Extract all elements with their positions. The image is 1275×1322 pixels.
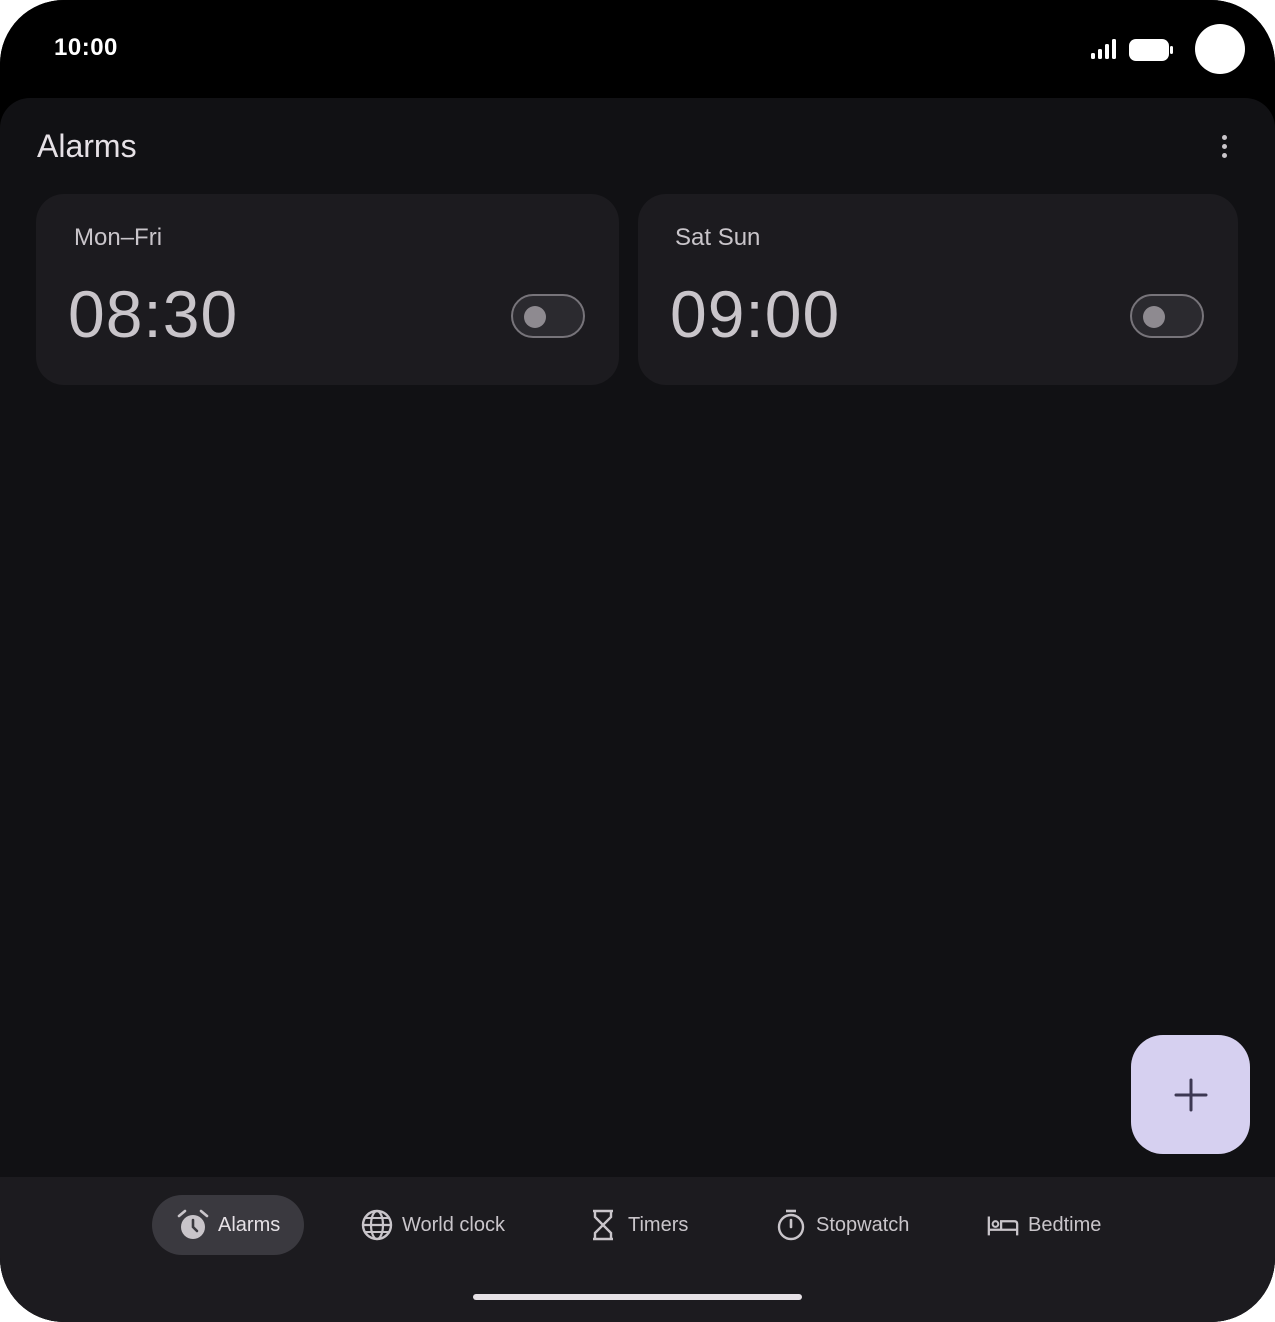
alarm-card[interactable]: Mon–Fri 08:30 — [36, 194, 619, 385]
alarm-toggle[interactable] — [511, 294, 585, 338]
globe-icon — [360, 1208, 394, 1242]
nav-item-alarms[interactable]: Alarms — [152, 1195, 304, 1255]
nav-label: Bedtime — [1028, 1213, 1102, 1236]
more-vert-icon-dot — [1221, 152, 1227, 158]
bottom-navigation: Alarms World clock Timers Stopwatch Bedt… — [0, 1177, 1275, 1322]
alarm-time[interactable]: 09:00 — [670, 276, 840, 352]
bed-icon — [986, 1208, 1020, 1242]
stopwatch-icon — [774, 1208, 808, 1242]
signal-icon — [1091, 39, 1116, 59]
alarm-icon — [176, 1208, 210, 1242]
nav-item-timers[interactable]: Timers — [586, 1195, 688, 1255]
alarm-days: Mon–Fri — [74, 224, 163, 251]
nav-item-world-clock[interactable]: World clock — [360, 1195, 505, 1255]
alarm-days: Sat Sun — [675, 224, 761, 251]
battery-icon — [1129, 39, 1173, 61]
alarm-time[interactable]: 08:30 — [68, 276, 238, 352]
status-time: 10:00 — [54, 34, 118, 61]
page-title: Alarms — [37, 128, 137, 164]
more-vert-icon — [1221, 134, 1227, 140]
nav-item-stopwatch[interactable]: Stopwatch — [774, 1195, 909, 1255]
alarm-card[interactable]: Sat Sun 09:00 — [638, 194, 1238, 385]
more-vert-icon-dot — [1221, 143, 1227, 149]
nav-item-bedtime[interactable]: Bedtime — [986, 1195, 1101, 1255]
nav-label: Stopwatch — [816, 1213, 910, 1236]
alarm-toggle[interactable] — [1130, 294, 1204, 338]
add-alarm-button[interactable] — [1131, 1035, 1250, 1154]
nav-label: Alarms — [218, 1213, 281, 1236]
more-options-button[interactable] — [1204, 126, 1244, 166]
toggle-knob — [1143, 306, 1165, 328]
alarms-screen: Alarms Mon–Fri 08:30 Sat Sun 09:00 Alarm… — [0, 98, 1275, 1322]
toggle-knob — [524, 306, 546, 328]
home-indicator[interactable] — [473, 1294, 802, 1300]
nav-label: World clock — [402, 1213, 505, 1236]
camera-cutout-icon — [1195, 24, 1245, 74]
hourglass-icon — [586, 1208, 620, 1242]
nav-label: Timers — [628, 1213, 689, 1236]
device-frame: 10:00 Alarms Mon–Fri 08:30 Sat Sun 09:00… — [0, 0, 1275, 1322]
plus-icon — [1174, 1078, 1207, 1111]
status-bar: 10:00 — [0, 0, 1275, 98]
